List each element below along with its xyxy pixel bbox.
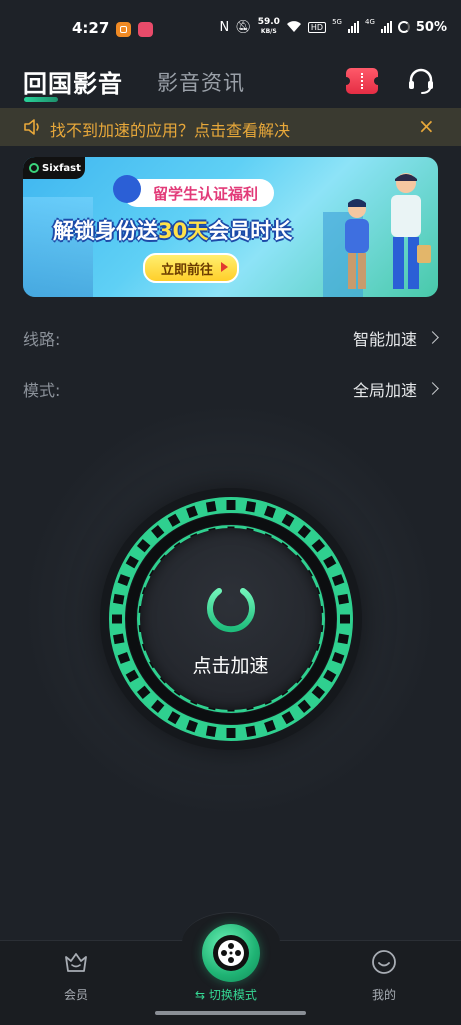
banner-headline: 解锁身份送30天会员时长 [53,219,293,243]
banner-tag: 留学生认证福利 [123,179,275,207]
tab-media-news[interactable]: 影音资讯 [157,67,245,97]
hd-badge: HD [307,21,327,33]
promo-banner[interactable]: Sixfast 留学生认证福利 解锁身份送30天会员时长 立即前往 [23,157,438,297]
customer-service-icon[interactable] [406,66,436,96]
route-label: 线路: [23,330,61,349]
mode-label: 模式: [23,381,61,400]
coupon-ticket-icon[interactable] [342,68,382,94]
tab-overseas-media[interactable]: 回国影音 [23,64,123,99]
network-speed: 59.0 KB/S [257,17,280,36]
route-value[interactable]: 智能加速 [353,326,417,350]
signal-icon-1 [347,21,359,33]
notice-text[interactable]: 找不到加速的应用？点击查看解决 [50,117,290,141]
mode-value[interactable]: 全局加速 [353,377,417,401]
game-notification-icon [138,22,153,37]
app-notification-icon [116,22,131,37]
student-illustration-2 [391,173,431,289]
nfc-icon: N [219,19,230,35]
home-indicator[interactable] [155,1011,306,1015]
battery-icon [397,21,410,33]
status-icons: N 🔕︎ 59.0 KB/S HD 5G 4G 50% [219,18,447,36]
signal-icon-2 [380,21,392,33]
notice-close-button[interactable]: × [418,114,435,138]
banner-go-button[interactable]: 立即前往 [143,253,240,283]
profile-smile-icon[interactable] [371,949,397,975]
graduation-cap-icon [113,175,141,203]
sixfast-logo: Sixfast [23,157,85,179]
student-illustration-1 [345,199,369,289]
nav-switch-mode-label[interactable]: ⇆ 切换模式 [195,986,257,1003]
nav-mine-label[interactable]: 我的 [354,986,414,1003]
mode-chevron-icon[interactable] [426,382,439,395]
wifi-icon [286,21,301,32]
member-crown-icon[interactable] [63,949,89,975]
status-time: 4:27 [72,19,110,37]
accelerate-label[interactable]: 点击加速 [0,651,461,678]
power-icon[interactable] [201,577,261,637]
network-type-2: 4G [364,18,375,26]
route-chevron-icon[interactable] [426,331,439,344]
banner-building-art [23,197,93,297]
mute-icon: 🔕︎ [235,19,252,35]
nav-member-label[interactable]: 会员 [46,986,106,1003]
speaker-icon [24,119,39,135]
active-tab-indicator [24,97,58,102]
battery-percent: 50% [415,19,447,35]
network-type-1: 5G [332,18,342,26]
film-reel-icon[interactable] [215,937,247,969]
